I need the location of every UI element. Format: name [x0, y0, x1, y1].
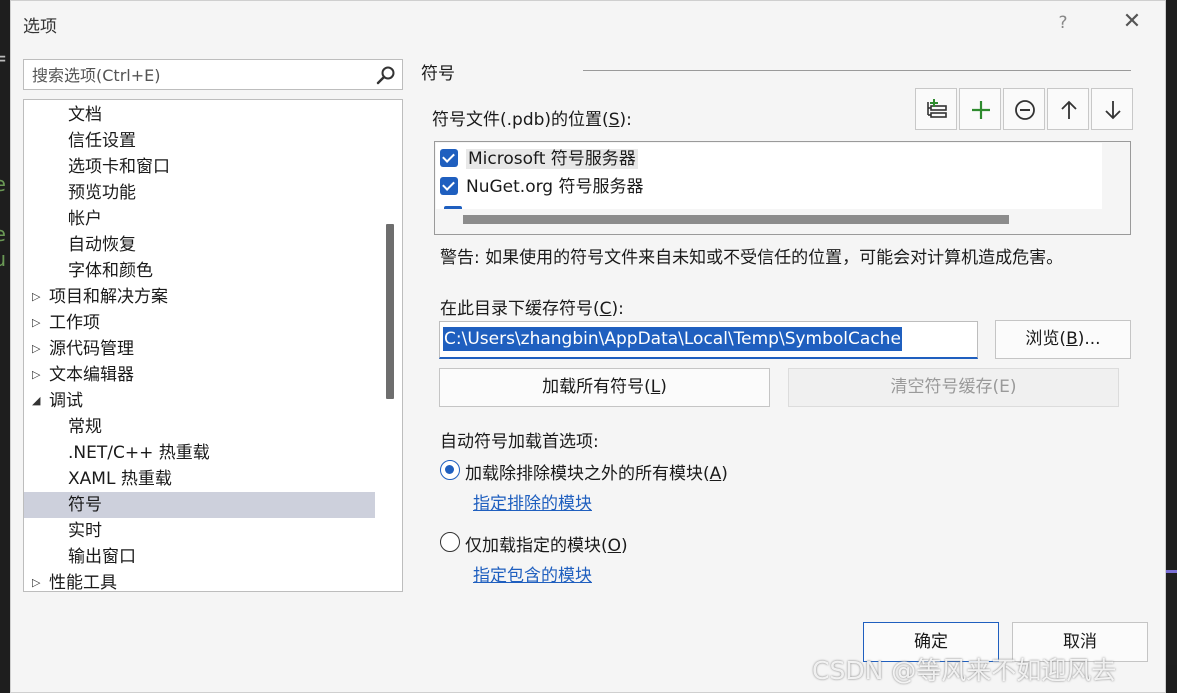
- arrow-up-icon: [1061, 100, 1077, 119]
- plus-icon: [972, 101, 990, 119]
- tree-item[interactable]: 符号: [24, 492, 375, 518]
- tree-item[interactable]: .NET/C++ 热重载: [24, 440, 375, 466]
- option-load-all-label[interactable]: 加载除排除模块之外的所有模块(A): [465, 459, 728, 484]
- option-load-only-label[interactable]: 仅加载指定的模块(O): [465, 531, 628, 556]
- radio-load-only-specified[interactable]: [440, 532, 460, 552]
- locations-horizontal-scrollbar[interactable]: [463, 215, 1009, 224]
- tree-item-label: 源代码管理: [49, 339, 134, 359]
- tree-item-label: 自动恢复: [68, 235, 136, 255]
- security-warning: 警告: 如果使用的符号文件来自未知或不受信任的位置，可能会对计算机造成危害。: [440, 248, 1064, 268]
- symbol-server-icon: [927, 99, 947, 118]
- search-input[interactable]: [30, 63, 360, 87]
- checkbox-partial[interactable]: [444, 206, 462, 209]
- specify-included-modules-link[interactable]: 指定包含的模块: [473, 561, 592, 586]
- help-button[interactable]: ?: [1051, 11, 1075, 35]
- tree-item[interactable]: XAML 热重载: [24, 466, 375, 492]
- collapsed-arrow-icon[interactable]: ▷: [32, 336, 46, 362]
- tree-item[interactable]: 实时: [24, 518, 375, 544]
- tree-item-label: 文本编辑器: [49, 365, 134, 385]
- arrow-down-icon: [1105, 101, 1121, 120]
- tree-item-label: 字体和颜色: [68, 261, 153, 281]
- cache-path-text: C:\Users\zhangbin\AppData\Local\Temp\Sym…: [443, 327, 902, 351]
- title-bar: 选项 ? ✕: [11, 1, 1165, 45]
- collapsed-arrow-icon[interactable]: ▷: [32, 284, 46, 310]
- tree-item[interactable]: ▷ 工作项: [24, 310, 375, 336]
- options-search-box: [23, 59, 403, 90]
- tree-item[interactable]: ▷ 源代码管理: [24, 336, 375, 362]
- tree-item[interactable]: 输出窗口: [24, 544, 375, 570]
- tree-item-label: 帐户: [68, 209, 102, 229]
- tree-item[interactable]: ▷ 性能工具: [24, 570, 375, 592]
- tree-item[interactable]: ▷ 文本编辑器: [24, 362, 375, 388]
- add-location-button[interactable]: [959, 88, 1001, 130]
- tree-item-label: 项目和解决方案: [49, 287, 168, 307]
- tree-item-label: .NET/C++ 热重载: [68, 443, 210, 463]
- tree-item-label: 工作项: [49, 313, 100, 333]
- tree-item-label: XAML 热重载: [68, 469, 172, 489]
- specify-excluded-modules-link[interactable]: 指定排除的模块: [473, 489, 592, 514]
- checkbox-microsoft[interactable]: [440, 149, 458, 167]
- dialog-title: 选项: [23, 17, 57, 37]
- move-down-button[interactable]: [1091, 88, 1133, 130]
- location-label: Microsoft 符号服务器: [466, 149, 638, 169]
- cache-directory-label: 在此目录下缓存符号(C):: [440, 299, 624, 319]
- location-item-nuget[interactable]: NuGet.org 符号服务器: [440, 173, 643, 201]
- tree-item[interactable]: 选项卡和窗口: [24, 154, 375, 180]
- section-divider: [583, 70, 1131, 71]
- location-label: NuGet.org 符号服务器: [466, 177, 644, 197]
- checkbox-nuget[interactable]: [440, 177, 458, 195]
- cache-directory-input[interactable]: C:\Users\zhangbin\AppData\Local\Temp\Sym…: [439, 321, 978, 359]
- watermark: CSDN @等风来不如迎风去: [812, 656, 1117, 685]
- collapsed-arrow-icon[interactable]: ▷: [32, 310, 46, 336]
- tree-item[interactable]: 字体和颜色: [24, 258, 375, 284]
- section-title: 符号: [421, 64, 455, 84]
- tree-item-label: 符号: [68, 495, 102, 515]
- tree-item[interactable]: 信任设置: [24, 128, 375, 154]
- tree-item-label: 输出窗口: [68, 547, 136, 567]
- background-editor-left: = e e u: [0, 44, 10, 594]
- options-dialog: 选项 ? ✕ 文档信任设置选项卡和窗口预览功能帐户自动恢复字体和颜色▷项目和解决…: [10, 0, 1166, 693]
- tree-scroll-thumb[interactable]: [386, 224, 394, 399]
- collapsed-arrow-icon[interactable]: ▷: [32, 570, 46, 591]
- tree-item-label: 选项卡和窗口: [68, 157, 170, 177]
- tree-item[interactable]: 文档: [24, 102, 375, 128]
- tree-item-label: 实时: [68, 521, 102, 541]
- tree-item[interactable]: 常规: [24, 414, 375, 440]
- minus-circle-icon: [1015, 100, 1035, 120]
- add-symbol-server-button[interactable]: [915, 88, 957, 130]
- options-tree: 文档 信任设置 选项卡和窗口 预览功能 帐户 自动恢复 字体和颜色 ▷ 项目和解决方案 ▷ 工作项 ▷…: [23, 99, 403, 592]
- tree-item-label: 文档: [68, 105, 102, 125]
- auto-load-label: 自动符号加载首选项:: [440, 432, 599, 452]
- browse-button[interactable]: 浏览(B)...: [995, 320, 1131, 359]
- tree-item-label: 信任设置: [68, 131, 136, 151]
- remove-location-button[interactable]: [1003, 88, 1045, 130]
- tree-item-label: 常规: [68, 417, 102, 437]
- search-icon[interactable]: [376, 65, 396, 85]
- tree-item-label: 调试: [49, 391, 83, 411]
- tree-item[interactable]: ▷ 项目和解决方案: [24, 284, 375, 310]
- tree-item[interactable]: ◢ 调试: [24, 388, 375, 414]
- symbol-locations-label: 符号文件(.pdb)的位置(S):: [432, 110, 632, 130]
- tree-item-label: 预览功能: [68, 183, 136, 203]
- tree-item-label: 性能工具: [49, 573, 117, 592]
- move-up-button[interactable]: [1047, 88, 1089, 130]
- collapsed-arrow-icon[interactable]: ▷: [32, 362, 46, 388]
- location-item-microsoft[interactable]: Microsoft 符号服务器: [440, 145, 638, 173]
- close-button[interactable]: ✕: [1120, 11, 1144, 35]
- tree-item[interactable]: 自动恢复: [24, 232, 375, 258]
- tree-scrollbar[interactable]: [376, 100, 402, 591]
- symbol-locations-list: Microsoft 符号服务器 NuGet.org 符号服务器: [434, 141, 1131, 235]
- expanded-arrow-icon[interactable]: ◢: [32, 388, 46, 414]
- load-all-symbols-button[interactable]: 加载所有符号(L): [439, 368, 770, 407]
- radio-load-all-except-excluded[interactable]: [440, 460, 460, 480]
- tree-item[interactable]: 帐户: [24, 206, 375, 232]
- tree-item[interactable]: 预览功能: [24, 180, 375, 206]
- clear-symbol-cache-button[interactable]: 清空符号缓存(E): [788, 368, 1119, 407]
